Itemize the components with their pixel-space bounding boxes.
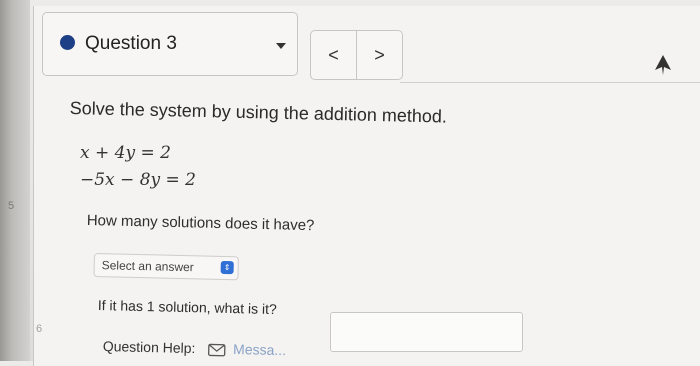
line-number-6: 6	[36, 323, 43, 335]
question-selector[interactable]: Question 3	[42, 12, 298, 76]
question-help-label: Question Help:	[102, 338, 196, 357]
equation-2: −5x − 8y = 2	[80, 170, 196, 190]
chevron-right-icon: >	[374, 44, 385, 65]
left-gutter	[0, 0, 30, 361]
select-placeholder: Select an answer	[101, 258, 194, 275]
question-label: Question 3	[85, 33, 177, 54]
updown-arrows-icon: ⇕	[220, 260, 234, 275]
line-number-5: 5	[8, 200, 15, 212]
question-nav-group: < >	[310, 30, 403, 80]
previous-question-button[interactable]: <	[311, 31, 356, 79]
chevron-left-icon: <	[328, 44, 339, 65]
solution-answer-input[interactable]	[330, 312, 523, 352]
equation-1: x + 4y = 2	[80, 143, 171, 163]
message-link[interactable]: Messa...	[233, 341, 286, 358]
mail-icon[interactable]	[207, 343, 225, 357]
question-status-dot	[60, 35, 75, 50]
chevron-down-icon	[276, 43, 286, 49]
next-question-button[interactable]: >	[356, 31, 402, 79]
divider	[400, 82, 700, 83]
answer-select[interactable]: Select an answer ⇕	[93, 253, 239, 281]
mouse-cursor-icon	[655, 55, 671, 75]
